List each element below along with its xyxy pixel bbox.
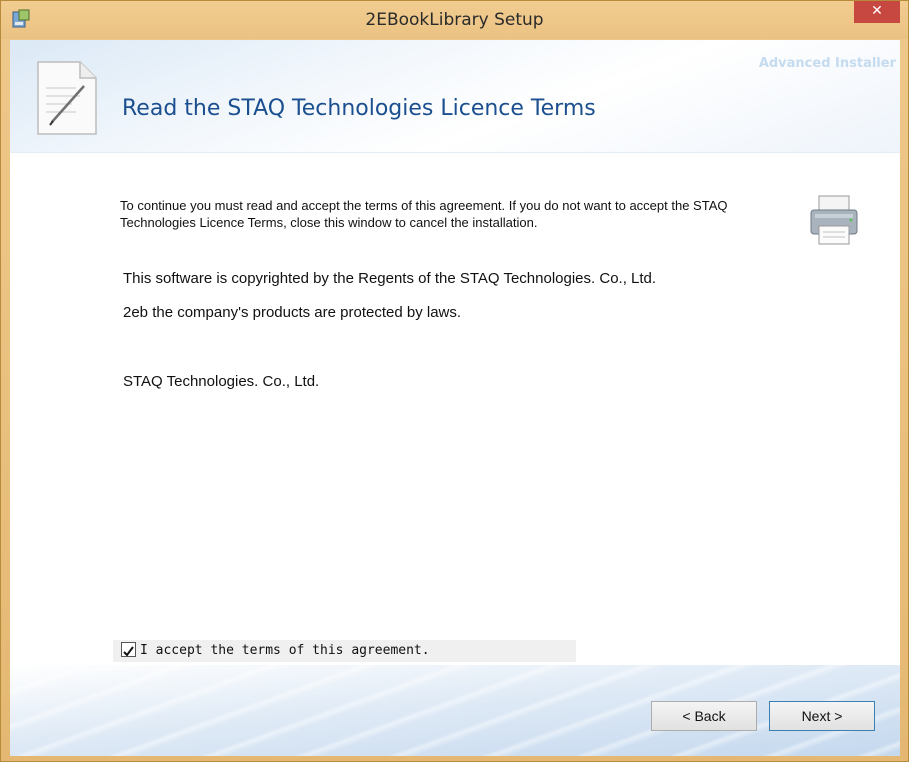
accept-terms-label: I accept the terms of this agreement.	[140, 643, 430, 658]
printer-icon[interactable]	[805, 192, 863, 248]
licence-line: STAQ Technologies. Co., Ltd.	[123, 373, 320, 390]
next-button[interactable]: Next >	[769, 701, 875, 731]
setup-window: 2EBookLibrary Setup ✕ Advanced Installer…	[0, 0, 909, 762]
licence-line: 2eb the company's products are protected…	[123, 304, 462, 321]
brand-watermark: Advanced Installer	[758, 56, 896, 71]
licence-text-box[interactable]: This software is copyrighted by the Rege…	[113, 262, 863, 638]
accept-terms-row[interactable]: I accept the terms of this agreement.	[113, 640, 576, 662]
window-title: 2EBookLibrary Setup	[365, 10, 544, 30]
page-title: Read the STAQ Technologies Licence Terms	[122, 96, 596, 121]
back-button[interactable]: < Back	[651, 701, 757, 731]
accept-terms-checkbox[interactable]	[121, 642, 136, 657]
checkmark-icon	[123, 646, 134, 657]
title-bar[interactable]: 2EBookLibrary Setup ✕	[1, 1, 908, 39]
document-pen-icon	[37, 61, 97, 135]
close-button[interactable]: ✕	[854, 1, 900, 23]
intro-text: To continue you must read and accept the…	[120, 198, 728, 230]
installer-client-area: Advanced Installer Read the STAQ Technol…	[10, 40, 900, 756]
footer-band	[10, 665, 900, 756]
header-banner: Advanced Installer Read the STAQ Technol…	[10, 40, 900, 153]
close-icon: ✕	[871, 3, 883, 19]
licence-line: This software is copyrighted by the Rege…	[123, 270, 657, 287]
